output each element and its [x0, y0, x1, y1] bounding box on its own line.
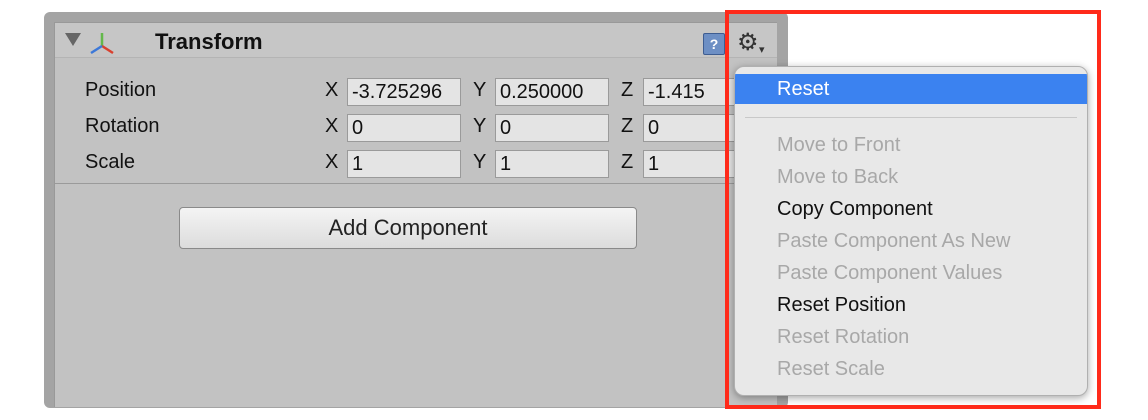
inspector-panel: Transform ? ⚙ ▾ Position X -3.725296 Y 0…: [44, 12, 788, 408]
help-icon[interactable]: ?: [703, 33, 725, 55]
gear-icon[interactable]: ⚙: [737, 29, 759, 57]
axis-label-y: Y: [473, 151, 487, 173]
scale-x-field[interactable]: 1: [347, 150, 461, 178]
transform-component: Transform ? ⚙ ▾ Position X -3.725296 Y 0…: [54, 22, 777, 407]
axis-label-y: Y: [473, 115, 487, 137]
axis-label-z: Z: [621, 151, 634, 173]
property-label: Rotation: [85, 115, 160, 137]
menu-item-reset[interactable]: Reset: [735, 74, 1087, 104]
component-title: Transform: [155, 29, 263, 54]
position-y-field[interactable]: 0.250000: [495, 78, 609, 106]
menu-item-move-to-back[interactable]: Move to Back: [735, 162, 1087, 192]
transform-icon: [90, 33, 114, 55]
menu-item-copy-component[interactable]: Copy Component: [735, 194, 1087, 224]
scale-y-field[interactable]: 1: [495, 150, 609, 178]
axis-label-x: X: [325, 79, 339, 101]
menu-item-paste-component-as-new[interactable]: Paste Component As New: [735, 226, 1087, 256]
context-menu: Reset Move to Front Move to Back Copy Co…: [734, 66, 1088, 396]
axis-label-y: Y: [473, 79, 487, 101]
component-header[interactable]: Transform ? ⚙ ▾: [55, 23, 777, 58]
property-label: Scale: [85, 151, 136, 173]
axis-label-x: X: [325, 115, 339, 137]
rotation-y-field[interactable]: 0: [495, 114, 609, 142]
foldout-arrow-icon[interactable]: [65, 33, 81, 46]
position-x-field[interactable]: -3.725296: [347, 78, 461, 106]
divider: [55, 183, 777, 184]
axis-label-x: X: [325, 151, 339, 173]
add-component-button[interactable]: Add Component: [179, 207, 637, 249]
rotation-x-field[interactable]: 0: [347, 114, 461, 142]
chevron-down-icon[interactable]: ▾: [759, 43, 765, 56]
menu-separator: [745, 117, 1077, 118]
property-row-scale: Scale X 1 Y 1 Z 1: [55, 147, 777, 179]
property-row-rotation: Rotation X 0 Y 0 Z 0: [55, 111, 777, 143]
property-row-position: Position X -3.725296 Y 0.250000 Z -1.415: [55, 75, 777, 107]
axis-label-z: Z: [621, 115, 634, 137]
property-label: Position: [85, 79, 157, 101]
axis-label-z: Z: [621, 79, 634, 101]
menu-item-reset-position[interactable]: Reset Position: [735, 290, 1087, 320]
menu-item-reset-scale[interactable]: Reset Scale: [735, 354, 1087, 384]
menu-item-reset-rotation[interactable]: Reset Rotation: [735, 322, 1087, 352]
menu-item-paste-component-values[interactable]: Paste Component Values: [735, 258, 1087, 288]
menu-item-move-to-front[interactable]: Move to Front: [735, 130, 1087, 160]
